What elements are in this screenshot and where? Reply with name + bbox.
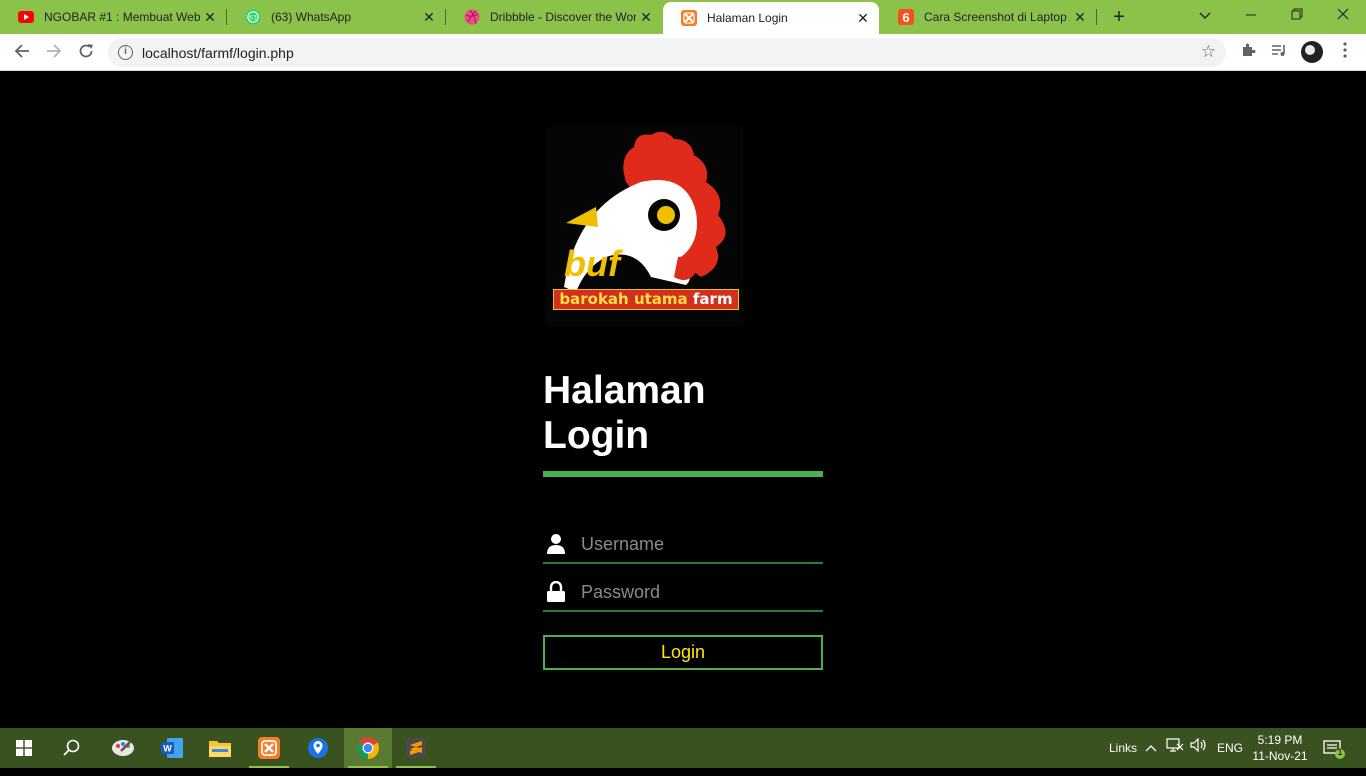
tab-title: Halaman Login	[707, 11, 788, 25]
page-title: Halaman Login	[543, 368, 743, 458]
word-app-icon[interactable]: W	[148, 728, 196, 768]
clock-date: 11-Nov-21	[1252, 749, 1308, 763]
tab-screenshot[interactable]: 6 Cara Screenshot di Laptop A ✕	[880, 0, 1096, 34]
file-explorer-icon[interactable]	[196, 728, 244, 768]
tab-strip: NGOBAR #1 : Membuat Web ✕ 63 (63) WhatsA…	[0, 0, 1366, 34]
tab-youtube[interactable]: NGOBAR #1 : Membuat Web ✕	[0, 0, 226, 34]
notification-icon[interactable]: 1	[1322, 728, 1346, 768]
reload-icon[interactable]	[72, 39, 100, 67]
extensions-icon[interactable]	[1237, 42, 1259, 64]
search-icon[interactable]	[48, 728, 96, 768]
sublime-app-icon[interactable]	[392, 728, 440, 768]
menu-dots-icon[interactable]	[1334, 42, 1356, 64]
windows-taskbar: W Links ENG 5:19 PM 11-Nov-21 1	[0, 728, 1366, 768]
logo-banner-main: barokah utama	[559, 290, 693, 308]
media-control-icon[interactable]	[1268, 42, 1290, 64]
page-title-line1: Halaman	[543, 369, 706, 412]
username-field	[543, 526, 823, 564]
url-text[interactable]: localhost/farmf/login.php	[142, 45, 294, 61]
whatsapp-badge: 63	[249, 15, 257, 22]
new-tab-button[interactable]: +	[1108, 6, 1130, 28]
minimize-icon[interactable]	[1228, 0, 1274, 30]
network-icon[interactable]	[1166, 728, 1184, 768]
dribbble-icon	[464, 9, 480, 25]
close-icon[interactable]: ✕	[853, 10, 873, 27]
close-icon[interactable]: ✕	[200, 9, 220, 26]
close-icon[interactable]: ✕	[1070, 9, 1090, 26]
tab-halaman-login[interactable]: Halaman Login ✕	[663, 2, 879, 34]
browser-toolbar: i localhost/farmf/login.php ☆	[0, 34, 1366, 71]
user-icon	[546, 533, 566, 555]
tab-title: NGOBAR #1 : Membuat Web	[44, 10, 200, 24]
clock[interactable]: 5:19 PM 11-Nov-21	[1248, 732, 1312, 764]
windows-start-icon[interactable]	[0, 728, 48, 768]
login-page: buf barokah utama farm Halaman Login Log…	[0, 71, 1366, 728]
logo-banner-accent: farm	[692, 290, 733, 308]
close-icon[interactable]: ✕	[636, 9, 656, 26]
svg-text:W: W	[163, 744, 172, 754]
chevron-up-icon[interactable]	[1144, 728, 1158, 768]
tab-title: Cara Screenshot di Laptop A	[924, 10, 1070, 24]
login-button[interactable]: Login	[543, 635, 823, 670]
password-input[interactable]	[581, 578, 821, 606]
lock-icon	[546, 580, 566, 603]
logo-banner: barokah utama farm	[553, 289, 739, 310]
password-field	[543, 574, 823, 612]
close-icon[interactable]: ✕	[419, 9, 439, 26]
links-toolbar[interactable]: Links	[1109, 728, 1137, 768]
tab-six-icon: 6	[898, 9, 914, 25]
paint-app-icon[interactable]	[99, 728, 147, 768]
forward-icon[interactable]	[40, 39, 68, 67]
xampp-icon	[681, 10, 697, 26]
logo-brand: buf	[564, 243, 620, 284]
page-title-line2: Login	[543, 414, 650, 457]
farm-logo: buf barokah utama farm	[546, 127, 743, 326]
xampp-app-icon[interactable]	[245, 728, 293, 768]
bookmark-star-icon[interactable]: ☆	[1201, 42, 1216, 62]
window-close-icon[interactable]	[1320, 0, 1366, 30]
back-icon[interactable]	[8, 39, 36, 67]
address-bar[interactable]: i localhost/farmf/login.php ☆	[108, 38, 1226, 67]
volume-icon[interactable]	[1190, 728, 1208, 768]
tab-six-badge: 6	[902, 9, 910, 25]
chrome-app-icon[interactable]	[344, 728, 392, 768]
profile-avatar[interactable]	[1301, 41, 1323, 63]
tab-title: (63) WhatsApp	[271, 10, 352, 24]
language-indicator[interactable]: ENG	[1217, 728, 1243, 768]
tab-title: Dribbble - Discover the World	[490, 10, 636, 24]
youtube-icon	[18, 9, 34, 25]
tab-dribbble[interactable]: Dribbble - Discover the World ✕	[446, 0, 662, 34]
whatsapp-icon: 63	[245, 9, 261, 25]
tab-separator	[1096, 9, 1097, 25]
title-underline	[543, 471, 823, 477]
username-input[interactable]	[581, 530, 821, 558]
maps-app-icon[interactable]	[294, 728, 342, 768]
site-info-icon[interactable]: i	[118, 45, 133, 60]
notification-count: 1	[1337, 747, 1343, 757]
tab-search-icon[interactable]	[1182, 0, 1228, 30]
restore-icon[interactable]	[1274, 0, 1320, 30]
clock-time: 5:19 PM	[1257, 733, 1303, 747]
tab-whatsapp[interactable]: 63 (63) WhatsApp ✕	[227, 0, 445, 34]
